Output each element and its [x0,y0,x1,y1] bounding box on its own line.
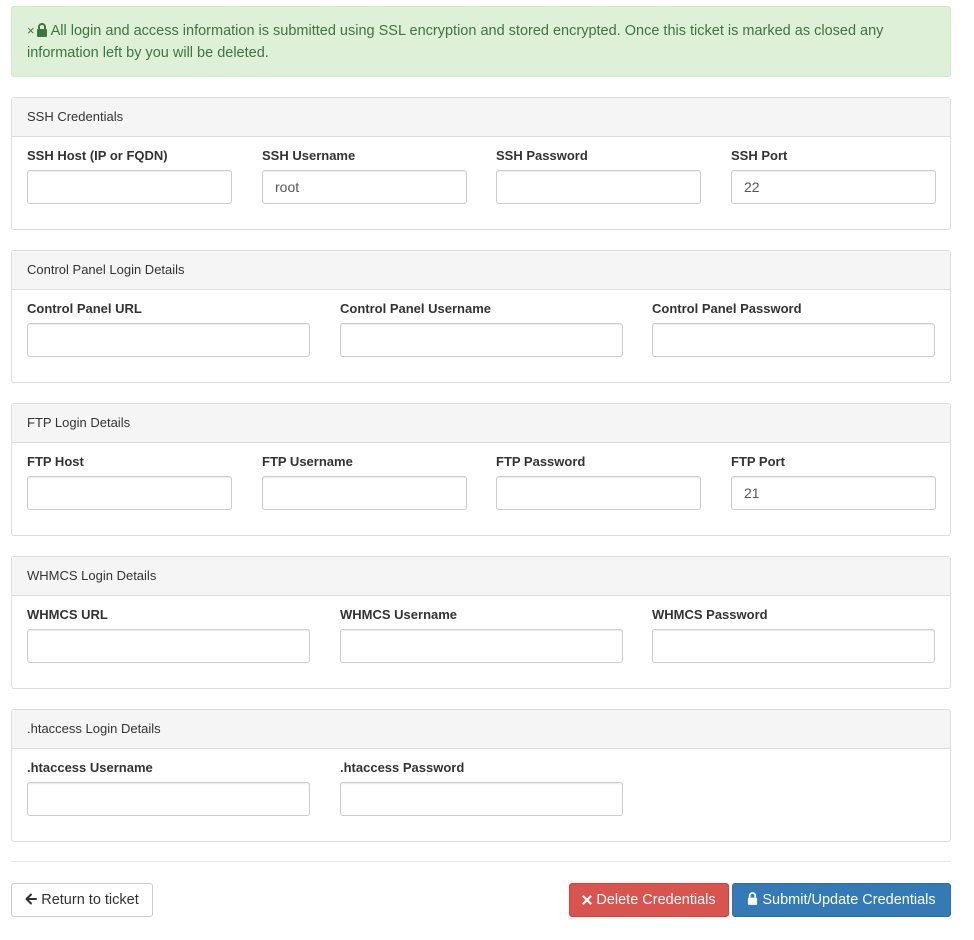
ssh-username-label: SSH Username [262,148,356,163]
cpanel-url-input[interactable] [27,323,310,357]
cpanel-username-input[interactable] [340,323,623,357]
times-icon [582,885,592,917]
htaccess-password-label: .htaccess Password [340,760,465,775]
htaccess-login-panel: .htaccess Login Details .htaccess Userna… [11,709,951,842]
control-panel-login-panel: Control Panel Login Details Control Pane… [11,250,951,383]
ftp-port-input[interactable] [731,476,936,510]
ssh-panel-title: SSH Credentials [12,98,950,137]
ftp-password-label: FTP Password [496,454,586,469]
lock-icon [36,23,48,43]
whmcs-url-label: WHMCS URL [27,607,108,622]
ssh-host-label: SSH Host (IP or FQDN) [27,148,168,163]
whmcs-panel-title: WHMCS Login Details [12,557,950,596]
htaccess-panel-title: .htaccess Login Details [12,710,950,749]
htaccess-username-input[interactable] [27,782,310,816]
delete-credentials-button[interactable]: Delete Credentials [569,883,729,917]
ssh-username-input[interactable] [262,170,467,204]
htaccess-password-input[interactable] [340,782,623,816]
close-icon[interactable]: × [27,23,35,38]
ssh-password-label: SSH Password [496,148,588,163]
ftp-host-input[interactable] [27,476,232,510]
ssh-host-input[interactable] [27,170,232,204]
whmcs-password-input[interactable] [652,629,935,663]
ssh-port-label: SSH Port [731,148,788,163]
ftp-host-label: FTP Host [27,454,84,469]
whmcs-url-input[interactable] [27,629,310,663]
htaccess-username-label: .htaccess Username [27,760,153,775]
ssl-info-alert: × All login and access information is sub… [11,6,951,77]
submit-update-credentials-button[interactable]: Submit/Update Credentials [732,883,951,917]
whmcs-username-label: WHMCS Username [340,607,458,622]
arrow-left-icon [25,885,38,917]
cpanel-username-label: Control Panel Username [340,301,491,316]
lock-icon [747,885,758,917]
return-to-ticket-label: Return to ticket [41,892,139,908]
cpanel-password-input[interactable] [652,323,935,357]
whmcs-login-panel: WHMCS Login Details WHMCS URL WHMCS User… [11,556,951,689]
alert-text: All login and access information is subm… [27,23,884,61]
ftp-username-label: FTP Username [262,454,353,469]
ftp-panel-title: FTP Login Details [12,404,950,443]
ftp-password-input[interactable] [496,476,701,510]
whmcs-username-input[interactable] [340,629,623,663]
cpanel-password-label: Control Panel Password [652,301,802,316]
submit-update-credentials-label: Submit/Update Credentials [762,892,936,908]
whmcs-password-label: WHMCS Password [652,607,768,622]
ftp-login-panel: FTP Login Details FTP Host FTP Username … [11,403,951,536]
cpanel-url-label: Control Panel URL [27,301,142,316]
delete-credentials-label: Delete Credentials [596,892,716,908]
ftp-username-input[interactable] [262,476,467,510]
ssh-credentials-panel: SSH Credentials SSH Host (IP or FQDN) SS… [11,97,951,230]
ftp-port-label: FTP Port [731,454,785,469]
return-to-ticket-button[interactable]: Return to ticket [11,883,153,917]
form-divider [11,861,951,862]
cpanel-panel-title: Control Panel Login Details [12,251,950,290]
ssh-password-input[interactable] [496,170,701,204]
ssh-port-input[interactable] [731,170,936,204]
